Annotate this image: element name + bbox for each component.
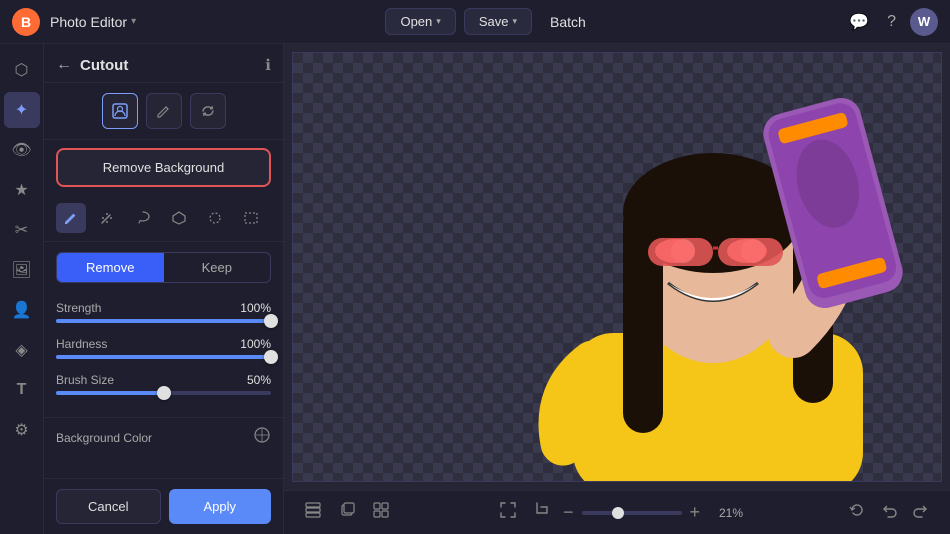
strength-slider[interactable] <box>56 319 271 323</box>
open-button[interactable]: Open ▾ <box>385 8 455 35</box>
batch-button[interactable]: Batch <box>540 9 596 35</box>
icon-bar-shapes[interactable]: ◈ <box>4 332 40 368</box>
rotate-ccw-icon <box>848 501 866 519</box>
icon-bar-layers[interactable]: 🖼 <box>4 252 40 288</box>
bottom-left <box>300 497 394 528</box>
person-svg <box>293 53 942 482</box>
side-panel: ← Cutout ℹ <box>44 44 284 534</box>
fit-screen-icon <box>499 501 517 519</box>
canvas-wrapper[interactable] <box>284 44 950 490</box>
app-title[interactable]: Photo Editor ▾ <box>50 14 136 30</box>
action-row: Cancel Apply <box>44 478 283 534</box>
strength-slider-row: Strength 100% <box>56 301 271 323</box>
color-picker-icon <box>253 426 271 444</box>
undo-btn[interactable] <box>876 497 902 528</box>
cutout-tab-refresh[interactable] <box>190 93 226 129</box>
panel-back-button[interactable]: ← <box>56 56 72 74</box>
refresh-icon <box>199 102 217 120</box>
icon-bar-view[interactable]: 👁 <box>4 132 40 168</box>
topbar-right: 💬 ? W <box>845 8 938 36</box>
zoom-slider[interactable] <box>582 511 682 515</box>
bottom-center: − + 21% <box>495 497 743 528</box>
cancel-button[interactable]: Cancel <box>56 489 161 524</box>
cutout-tab-edit[interactable] <box>146 93 182 129</box>
bottom-bar: − + 21% <box>284 490 950 534</box>
brush-size-slider[interactable] <box>56 391 271 395</box>
person-cutout-icon <box>111 102 129 120</box>
panel-title: Cutout <box>80 57 265 74</box>
zoom-out-btn[interactable]: − <box>563 502 574 523</box>
save-button[interactable]: Save ▾ <box>464 8 532 35</box>
help-icon[interactable]: ? <box>883 9 900 35</box>
brush-polygon-tool[interactable] <box>164 203 194 233</box>
duplicate-icon <box>338 501 356 519</box>
rect-select-icon <box>243 210 259 226</box>
bg-color-picker-button[interactable] <box>253 426 271 449</box>
rotate-left-btn[interactable] <box>844 497 870 528</box>
remove-background-button[interactable]: Remove Background <box>56 148 271 187</box>
brush-rect-tool[interactable] <box>236 203 266 233</box>
redo-icon <box>912 501 930 519</box>
crop-btn[interactable] <box>529 497 555 528</box>
keep-btn[interactable]: Keep <box>164 253 271 282</box>
redo-btn[interactable] <box>908 497 934 528</box>
circle-select-icon <box>207 210 223 226</box>
icon-bar-people[interactable]: 👤 <box>4 292 40 328</box>
duplicate-icon-btn[interactable] <box>334 497 360 528</box>
cutout-tab-person[interactable] <box>102 93 138 129</box>
zoom-value: 21% <box>708 506 743 520</box>
main-layout: ⬡ ✦ 👁 ★ ✂ 🖼 👤 ◈ T ⚙ ← Cutout ℹ <box>0 44 950 534</box>
layers-icon-btn[interactable] <box>300 497 326 528</box>
panel-info-button[interactable]: ℹ <box>265 56 271 74</box>
brush-pencil-tool[interactable] <box>56 203 86 233</box>
pencil-icon <box>63 210 79 226</box>
canvas-content <box>292 52 942 482</box>
icon-bar: ⬡ ✦ 👁 ★ ✂ 🖼 👤 ◈ T ⚙ <box>0 44 44 534</box>
grid-icon-btn[interactable] <box>368 497 394 528</box>
apply-button[interactable]: Apply <box>169 489 272 524</box>
bottom-right <box>844 497 934 528</box>
polygon-icon <box>171 210 187 226</box>
undo-icon <box>880 501 898 519</box>
lasso-icon <box>135 210 151 226</box>
icon-bar-settings[interactable]: ⚙ <box>4 412 40 448</box>
icon-bar-cutout[interactable]: ✂ <box>4 212 40 248</box>
fit-screen-btn[interactable] <box>495 497 521 528</box>
remove-keep-toggle: Remove Keep <box>56 252 271 283</box>
icon-bar-home[interactable]: ⬡ <box>4 52 40 88</box>
icon-bar-text[interactable]: T <box>4 372 40 408</box>
topbar-center: Open ▾ Save ▾ Batch <box>136 8 845 35</box>
topbar: B Photo Editor ▾ Open ▾ Save ▾ Batch 💬 ?… <box>0 0 950 44</box>
avatar[interactable]: W <box>910 8 938 36</box>
icon-bar-effects[interactable]: ✦ <box>4 92 40 128</box>
cutout-tabs <box>44 83 283 140</box>
cutout-edit-icon <box>155 102 173 120</box>
hardness-slider[interactable] <box>56 355 271 359</box>
background-color-row: Background Color <box>44 417 283 457</box>
sliders-section: Strength 100% Hardness 100% <box>44 293 283 417</box>
brush-size-slider-row: Brush Size 50% <box>56 373 271 395</box>
app-logo: B <box>12 8 40 36</box>
grid-icon <box>372 501 390 519</box>
magic-wand-icon <box>99 210 115 226</box>
layers-icon <box>304 501 322 519</box>
zoom-in-btn[interactable]: + <box>690 502 701 523</box>
hardness-slider-row: Hardness 100% <box>56 337 271 359</box>
remove-btn[interactable]: Remove <box>57 253 164 282</box>
brush-lasso-tool[interactable] <box>128 203 158 233</box>
crop-icon <box>533 501 551 519</box>
brush-circle-tool[interactable] <box>200 203 230 233</box>
brush-tools <box>44 195 283 242</box>
panel-header: ← Cutout ℹ <box>44 44 283 83</box>
canvas-area: − + 21% <box>284 44 950 534</box>
brush-magic-tool[interactable] <box>92 203 122 233</box>
chat-icon[interactable]: 💬 <box>845 8 873 36</box>
icon-bar-star[interactable]: ★ <box>4 172 40 208</box>
